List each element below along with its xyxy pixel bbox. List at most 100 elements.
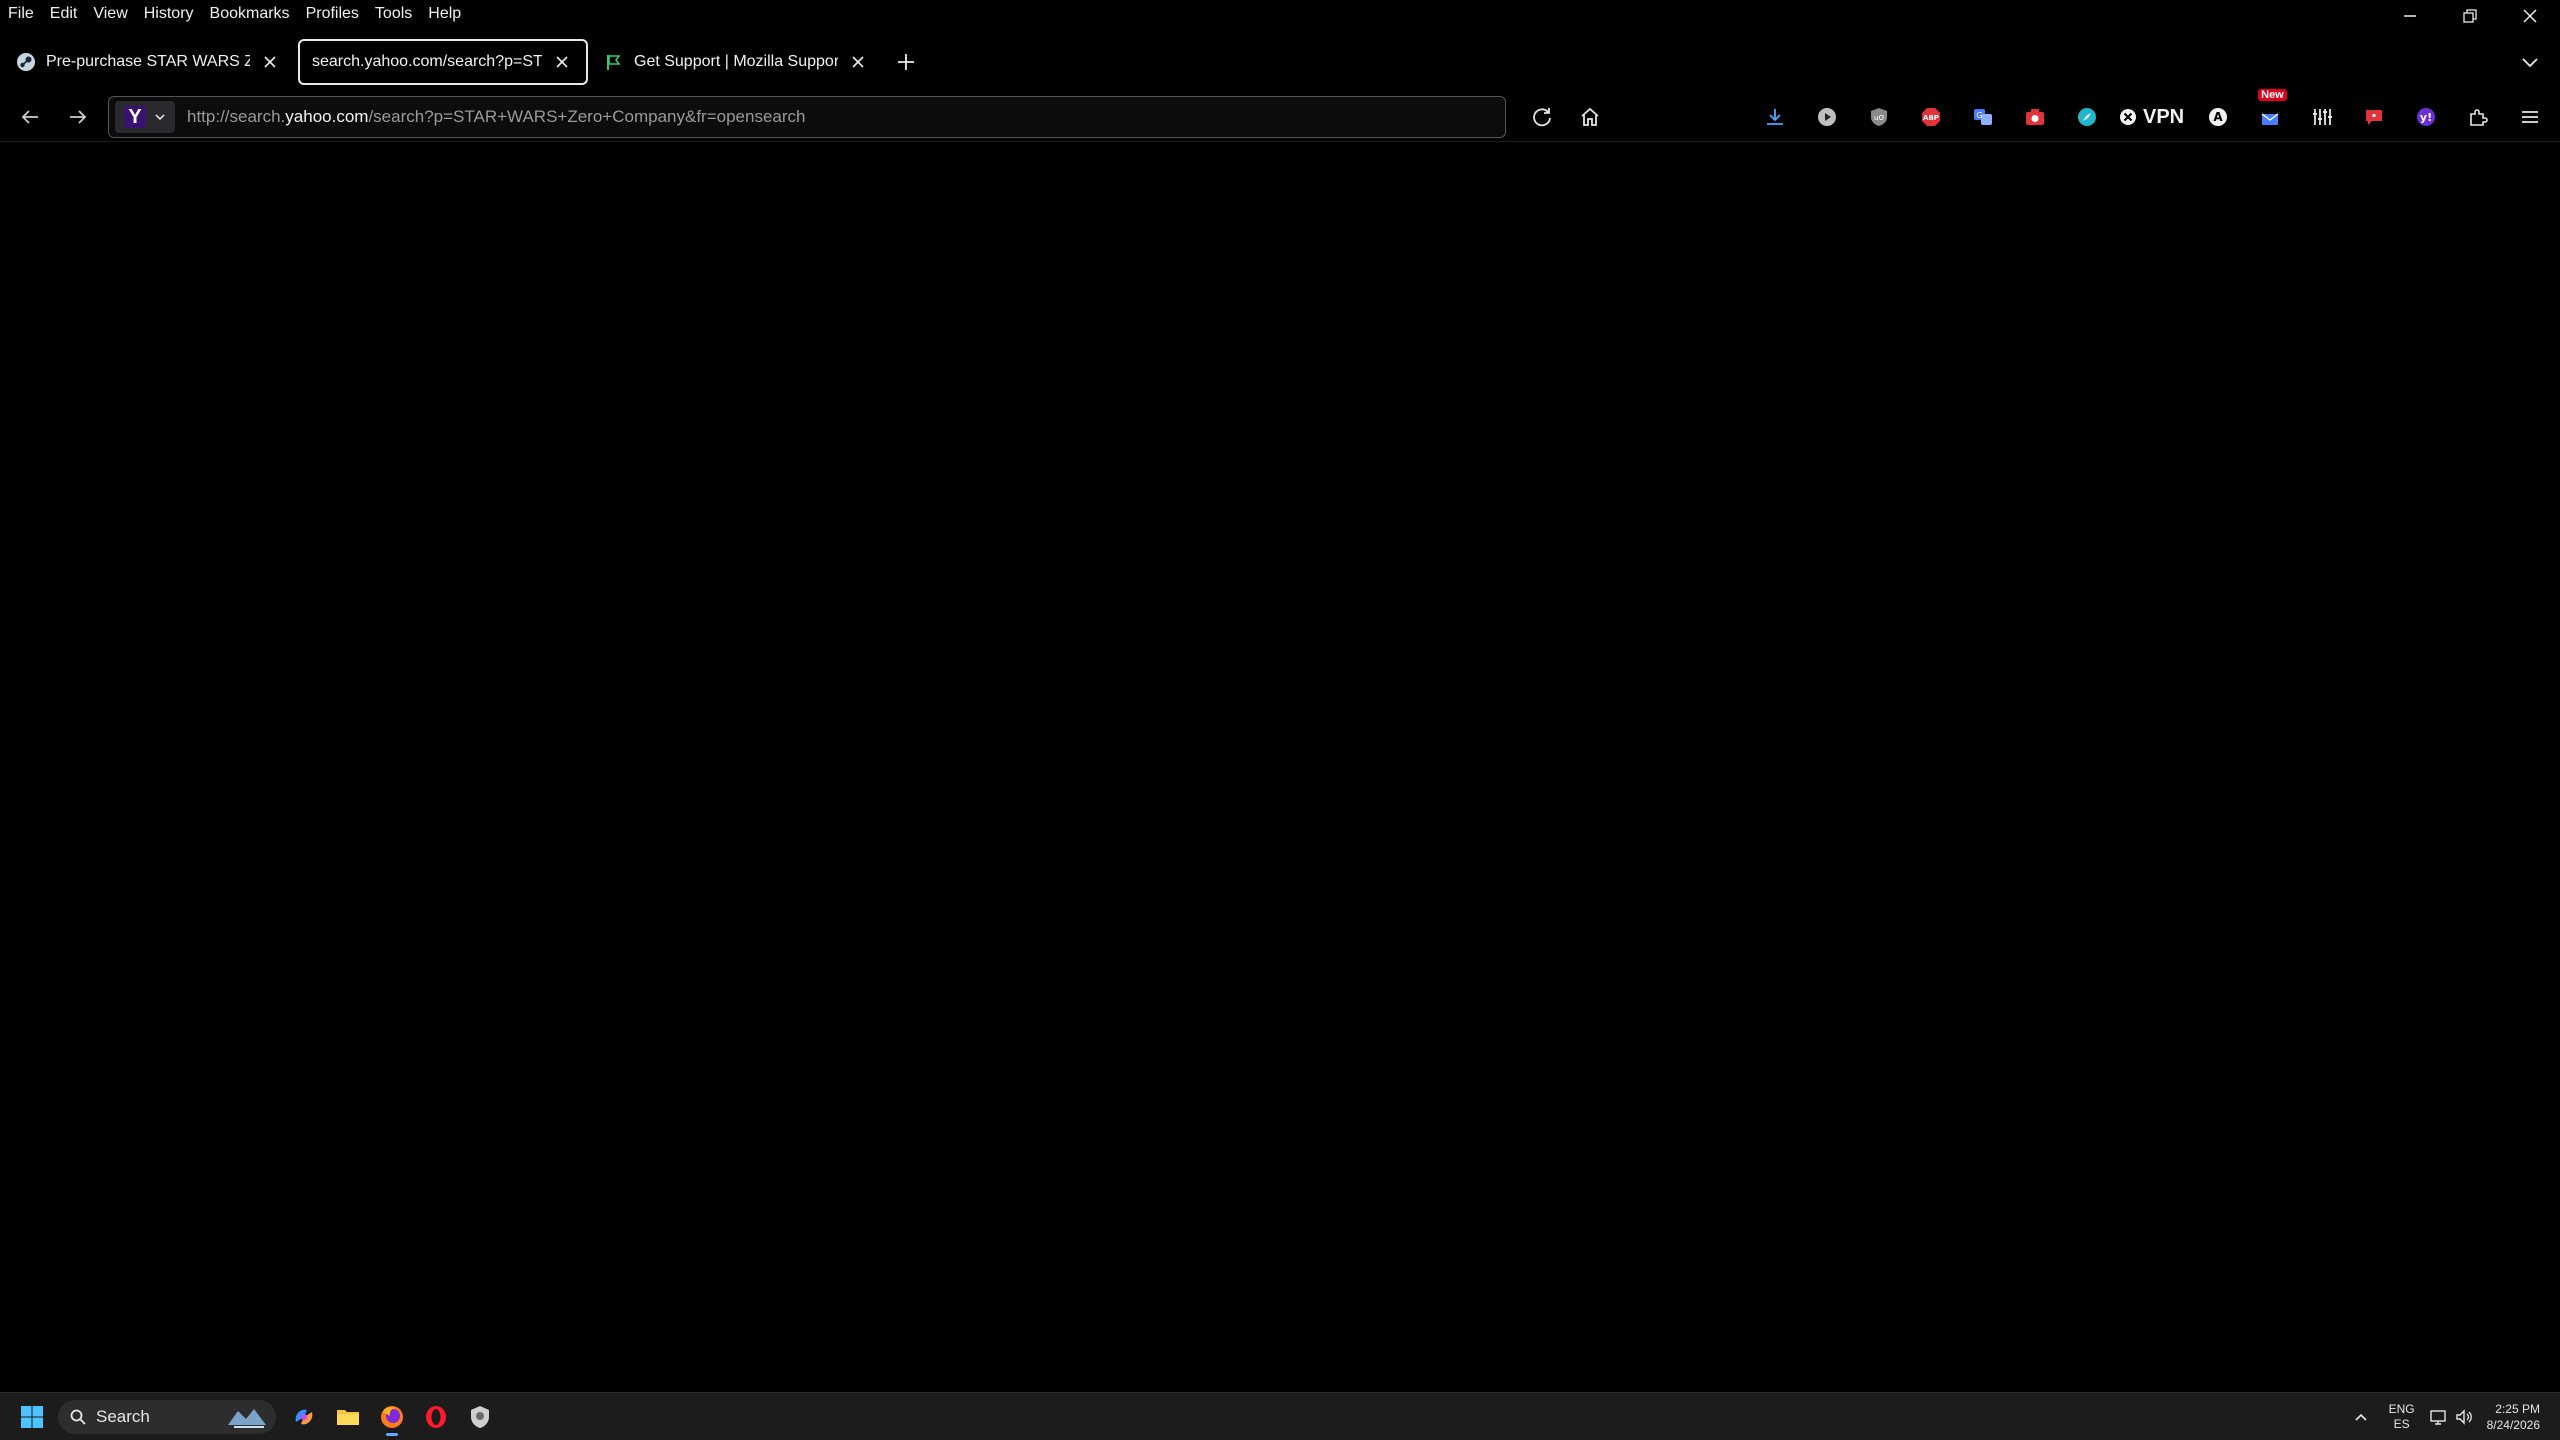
url-host: yahoo.com bbox=[285, 107, 369, 126]
language-code: ENG bbox=[2388, 1402, 2415, 1416]
letter-a-icon: A bbox=[2209, 108, 2228, 126]
extension-adblock-button[interactable]: ABP bbox=[1911, 97, 1951, 137]
taskbar-firefox[interactable] bbox=[372, 1397, 412, 1437]
menu-help[interactable]: Help bbox=[420, 0, 469, 28]
forward-button[interactable] bbox=[56, 95, 100, 139]
svg-text:uO: uO bbox=[1874, 114, 1884, 122]
shield-icon: uO bbox=[1871, 108, 1887, 126]
keyboard-layout-code: ES bbox=[2393, 1417, 2410, 1431]
svg-text:y!: y! bbox=[2420, 111, 2432, 124]
downloads-button[interactable] bbox=[1755, 97, 1795, 137]
list-all-tabs-button[interactable] bbox=[2510, 42, 2550, 82]
home-icon bbox=[1581, 107, 1599, 126]
tab-close-button[interactable] bbox=[846, 50, 870, 74]
chat-icon bbox=[2366, 110, 2383, 125]
extension-translate-button[interactable]: G bbox=[1963, 97, 2003, 137]
clock-time: 2:25 PM bbox=[2495, 1402, 2540, 1416]
search-icon bbox=[70, 1409, 86, 1425]
taskbar-search-label: Search bbox=[96, 1406, 150, 1426]
tab-close-button[interactable] bbox=[550, 50, 574, 74]
search-highlight-icon bbox=[228, 1408, 266, 1428]
tab-label: Get Support | Mozilla Support bbox=[634, 53, 838, 70]
menu-history[interactable]: History bbox=[136, 0, 202, 28]
app-menu-button[interactable] bbox=[2510, 97, 2550, 137]
chevron-down-icon bbox=[155, 114, 165, 121]
minimize-icon bbox=[2404, 15, 2416, 17]
clock-date: 8/24/2026 bbox=[2486, 1418, 2540, 1432]
extensions-toolbar: uO ABP G VPN A New y! bbox=[1755, 89, 2560, 142]
arrow-right-icon bbox=[70, 109, 87, 124]
network-icon bbox=[2429, 1410, 2446, 1425]
url-prefix: http://search. bbox=[187, 107, 286, 126]
tab-mozilla-support[interactable]: Get Support | Mozilla Support bbox=[592, 39, 882, 85]
url-text[interactable]: http://search.yahoo.com/search?p=STAR+WA… bbox=[187, 107, 805, 127]
restore-button[interactable] bbox=[2440, 0, 2500, 32]
vpn-off-icon bbox=[2120, 109, 2136, 125]
address-bar[interactable]: Y http://search.yahoo.com/search?p=STAR+… bbox=[108, 96, 1506, 138]
taskbar-copilot[interactable] bbox=[284, 1397, 324, 1437]
input-language-indicator[interactable]: ENG ES bbox=[2389, 1397, 2415, 1437]
system-tray: ENG ES 2:25 PM 8/24/2026 bbox=[2347, 1393, 2560, 1440]
menu-bar: File Edit View History Bookmarks Profile… bbox=[0, 0, 2560, 28]
extension-cyan-button[interactable] bbox=[2067, 97, 2107, 137]
menu-tools[interactable]: Tools bbox=[367, 0, 420, 28]
home-button[interactable] bbox=[1568, 95, 1612, 139]
extension-ublock-button[interactable]: uO bbox=[1859, 97, 1899, 137]
windows-taskbar: Search ENG ES 2:25 PM 8/24/2026 bbox=[0, 1392, 2560, 1440]
steam-icon bbox=[16, 52, 36, 72]
close-icon bbox=[852, 56, 864, 68]
close-icon bbox=[264, 56, 276, 68]
extension-new-button[interactable]: New bbox=[2250, 89, 2290, 137]
search-engine-button[interactable]: Y bbox=[115, 101, 175, 133]
menu-bookmarks[interactable]: Bookmarks bbox=[202, 0, 298, 28]
taskbar-file-explorer[interactable] bbox=[328, 1397, 368, 1437]
extension-screenshot-button[interactable] bbox=[2015, 97, 2055, 137]
taskbar-opera[interactable] bbox=[416, 1397, 456, 1437]
adblock-icon: ABP bbox=[1922, 108, 1940, 126]
taskbar-search-box[interactable]: Search bbox=[58, 1399, 276, 1434]
hamburger-menu-icon bbox=[2522, 111, 2539, 123]
volume-icon bbox=[2455, 1409, 2472, 1425]
arrow-left-icon bbox=[21, 109, 38, 124]
yahoo-icon: Y bbox=[124, 106, 146, 128]
close-icon bbox=[2523, 9, 2537, 23]
menu-view[interactable]: View bbox=[85, 0, 135, 28]
extension-a-button[interactable]: A bbox=[2198, 97, 2238, 137]
mail-icon bbox=[2261, 113, 2279, 125]
tab-label: search.yahoo.com/search?p=STAR+W bbox=[312, 53, 542, 70]
opera-icon bbox=[426, 1405, 446, 1428]
close-window-button[interactable] bbox=[2500, 0, 2560, 32]
new-tab-button[interactable] bbox=[886, 42, 926, 82]
network-volume-group[interactable] bbox=[2429, 1397, 2473, 1437]
extension-video-button[interactable] bbox=[1807, 97, 1847, 137]
tab-close-button[interactable] bbox=[258, 50, 282, 74]
menu-profiles[interactable]: Profiles bbox=[298, 0, 367, 28]
taskbar-clock[interactable]: 2:25 PM 8/24/2026 bbox=[2487, 1401, 2540, 1433]
extension-chat-button[interactable] bbox=[2354, 97, 2394, 137]
tab-yahoo-search[interactable]: search.yahoo.com/search?p=STAR+W bbox=[298, 39, 588, 85]
reload-icon bbox=[1533, 108, 1551, 127]
show-hidden-icons-button[interactable] bbox=[2347, 1397, 2375, 1437]
puzzle-icon bbox=[2470, 109, 2488, 126]
menu-file[interactable]: File bbox=[0, 0, 42, 28]
close-icon bbox=[556, 56, 568, 68]
svg-text:A: A bbox=[2213, 110, 2223, 124]
extensions-menu-button[interactable] bbox=[2458, 97, 2498, 137]
window-controls bbox=[2380, 0, 2560, 32]
svg-text:ABP: ABP bbox=[1923, 114, 1939, 122]
extension-yahoo-button[interactable]: y! bbox=[2406, 97, 2446, 137]
extension-equalizer-button[interactable] bbox=[2302, 97, 2342, 137]
vpn-label: VPN bbox=[2143, 105, 2185, 128]
menu-edit[interactable]: Edit bbox=[42, 0, 86, 28]
navigation-toolbar: Y http://search.yahoo.com/search?p=STAR+… bbox=[0, 89, 2560, 142]
tab-steam-prepurchase[interactable]: Pre-purchase STAR WARS Zero C bbox=[4, 39, 294, 85]
taskbar-security-app[interactable] bbox=[460, 1397, 500, 1437]
windows-icon bbox=[21, 1405, 43, 1428]
reload-button[interactable] bbox=[1520, 95, 1564, 139]
svg-text:G: G bbox=[1976, 111, 1982, 120]
minimize-button[interactable] bbox=[2380, 0, 2440, 32]
equalizer-icon bbox=[2313, 109, 2333, 125]
back-button[interactable] bbox=[8, 95, 52, 139]
vpn-button[interactable]: VPN bbox=[2119, 97, 2184, 137]
start-button[interactable] bbox=[12, 1397, 52, 1437]
